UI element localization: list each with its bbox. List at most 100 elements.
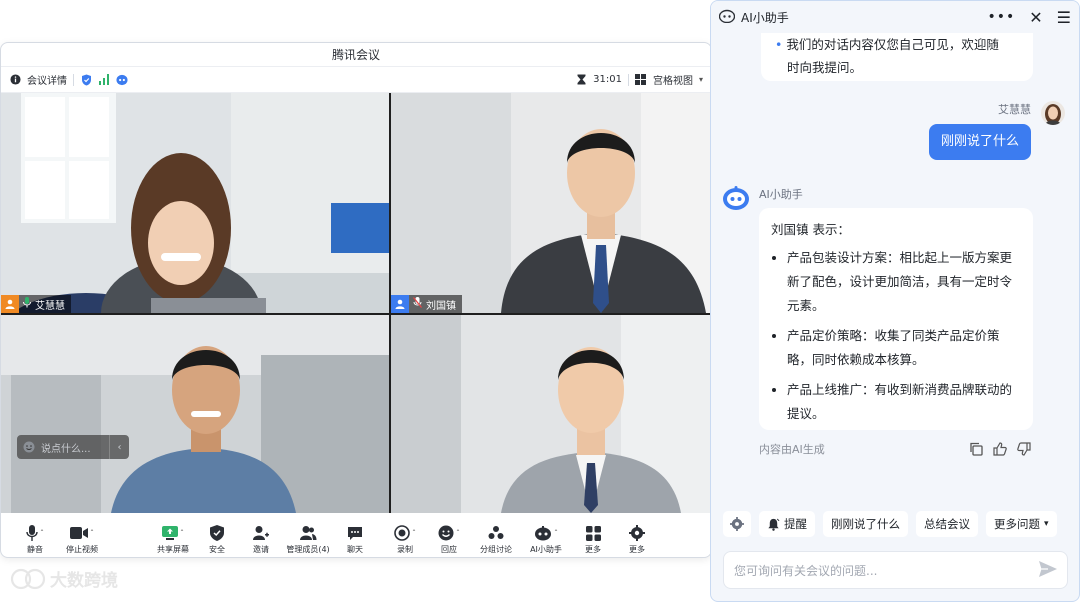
thumbs-up-icon[interactable]	[993, 441, 1007, 460]
bot-intro: 刘国镇 表示：	[771, 222, 850, 237]
caret-up-icon: ˆ	[180, 528, 184, 538]
shield-icon	[210, 525, 224, 541]
ai-generated-note: 内容由AI生成	[759, 443, 825, 456]
summary-point: 产品上线推广：有收到新消费品牌联动的提议。	[787, 378, 1021, 426]
meeting-details-link[interactable]: 会议详情	[27, 72, 67, 87]
settings-icon	[629, 525, 645, 541]
emoji-icon[interactable]	[17, 441, 41, 453]
ai-assistant-icon	[535, 525, 551, 540]
invite-icon	[253, 526, 269, 540]
what-was-said-button[interactable]: 刚刚说了什么	[823, 511, 908, 537]
video-tile-1[interactable]: 艾慧慧	[1, 93, 389, 313]
record-icon	[394, 525, 410, 541]
caret-up-icon: ˆ	[40, 528, 44, 538]
avatar	[1, 295, 19, 313]
share-screen-icon	[162, 526, 178, 540]
caret-up-icon: ˆ	[554, 528, 558, 538]
members-icon	[300, 526, 317, 540]
mic-active-icon	[23, 297, 31, 311]
watermark-logo: 大数跨境	[10, 566, 118, 591]
divider	[73, 73, 74, 86]
chevron-down-icon: ▾	[1044, 519, 1049, 529]
bullet-icon: •	[775, 37, 783, 52]
signal-icon[interactable]	[98, 74, 110, 86]
breakout-label: 分组讨论	[480, 545, 512, 554]
reaction-label: 回应	[441, 545, 457, 554]
meeting-timer: 31:01	[593, 74, 622, 85]
feedback-actions	[969, 441, 1031, 460]
apps-icon	[585, 525, 601, 541]
mute-button[interactable]: ˆ 静音	[13, 519, 57, 555]
watermark-icon	[10, 568, 46, 589]
meeting-window: 腾讯会议 会议详情 31:01 宫格视图 ▾ 艾慧慧 刘国镇 说点什么... ‹…	[0, 42, 712, 558]
more-settings-label: 更多	[629, 545, 645, 554]
summarize-meeting-button[interactable]: 总结会议	[916, 511, 978, 537]
video-feed	[391, 93, 711, 313]
breakout-rooms-button[interactable]: 分组讨论	[471, 519, 521, 555]
manage-members-button[interactable]: 管理成员(4)	[283, 519, 333, 555]
speak-input-pill[interactable]: 说点什么... ‹	[17, 435, 129, 459]
manage-members-label: 管理成员(4)	[286, 545, 330, 554]
meeting-toolbar: ˆ 静音 ˆ 停止视频 ˆ 共享屏幕 安全 邀请 管理成员(4) 聊天 ˆ 录制…	[1, 519, 711, 557]
participant-name-tag: 刘国镇	[391, 295, 462, 313]
apps-label: 更多	[585, 545, 601, 554]
ai-bot-avatar-icon	[721, 183, 751, 213]
bot-message: 刘国镇 表示： 产品包装设计方案：相比起上一版方案更新了配色，设计更加简洁，具有…	[759, 208, 1033, 430]
caret-up-icon: ˆ	[90, 528, 94, 538]
security-shield-icon[interactable]	[80, 74, 92, 86]
ai-panel-header: AI小助手 ••• ✕ ☰	[711, 1, 1079, 33]
thumbs-down-icon[interactable]	[1017, 441, 1031, 460]
reaction-button[interactable]: ˆ 回应	[427, 519, 471, 555]
mute-label: 静音	[27, 545, 43, 554]
settings-button[interactable]	[723, 511, 751, 537]
mic-muted-icon	[412, 297, 423, 311]
info-icon[interactable]	[9, 74, 21, 86]
participant-name-tag: 艾慧慧	[1, 295, 71, 313]
question-input[interactable]: 您可询问有关会议的问题...	[723, 551, 1068, 589]
share-screen-button[interactable]: ˆ 共享屏幕	[151, 519, 195, 555]
view-mode-selector[interactable]: 宫格视图	[653, 72, 693, 87]
invite-button[interactable]: 邀请	[239, 519, 283, 555]
user-avatar	[1041, 101, 1065, 125]
ai-bot-icon[interactable]	[116, 74, 128, 86]
window-title: 腾讯会议	[1, 43, 711, 67]
previous-bot-message: • 我们的对话内容仅您自己可见，欢迎随 时向我提问。	[761, 33, 1033, 81]
record-button[interactable]: ˆ 录制	[383, 519, 427, 555]
more-options-icon[interactable]: •••	[987, 9, 1015, 25]
video-tile-2[interactable]: 刘国镇	[391, 93, 711, 313]
ai-assistant-button[interactable]: ˆ AI小助手	[521, 519, 571, 555]
grid-view-icon[interactable]	[635, 74, 647, 86]
menu-icon[interactable]: ☰	[1057, 8, 1071, 27]
summary-point: 产品定价策略：收集了同类产品定价策略，同时依赖成本核算。	[787, 324, 1021, 372]
ai-bot-icon	[718, 9, 736, 26]
more-questions-button[interactable]: 更多问题 ▾	[986, 511, 1057, 537]
send-icon[interactable]	[1039, 560, 1057, 580]
more-settings-button[interactable]: 更多	[615, 519, 659, 555]
user-message: 刚刚说了什么	[928, 124, 1031, 160]
security-label: 安全	[209, 545, 225, 554]
divider	[627, 73, 629, 86]
more-questions-label: 更多问题	[994, 517, 1040, 531]
remind-button[interactable]: 提醒	[759, 511, 815, 537]
video-tile-4[interactable]	[391, 315, 711, 513]
chat-label: 聊天	[347, 545, 363, 554]
close-icon[interactable]: ✕	[1029, 8, 1042, 27]
stop-video-button[interactable]: ˆ 停止视频	[57, 519, 107, 555]
chat-button[interactable]: 聊天	[333, 519, 377, 555]
avatar	[391, 295, 409, 313]
ai-assistant-panel: AI小助手 ••• ✕ ☰ • 我们的对话内容仅您自己可见，欢迎随 时向我提问。…	[710, 0, 1080, 602]
copy-icon[interactable]	[969, 441, 983, 460]
security-button[interactable]: 安全	[195, 519, 239, 555]
ai-assistant-label: AI小助手	[530, 545, 562, 554]
mic-icon	[26, 525, 38, 541]
reaction-icon	[438, 525, 454, 541]
video-tile-3[interactable]: 说点什么... ‹	[1, 315, 389, 513]
participant-name: 刘国镇	[426, 300, 456, 312]
video-grid: 艾慧慧 刘国镇 说点什么... ‹	[1, 93, 711, 513]
chevron-down-icon[interactable]: ▾	[699, 75, 703, 84]
message-text: 我们的对话内容仅您自己可见，欢迎随	[786, 37, 999, 52]
apps-button[interactable]: 更多	[571, 519, 615, 555]
quick-actions: 提醒 刚刚说了什么 总结会议 更多问题 ▾	[723, 511, 1057, 537]
hourglass-icon	[575, 74, 587, 86]
chevron-left-icon[interactable]: ‹	[109, 435, 129, 459]
